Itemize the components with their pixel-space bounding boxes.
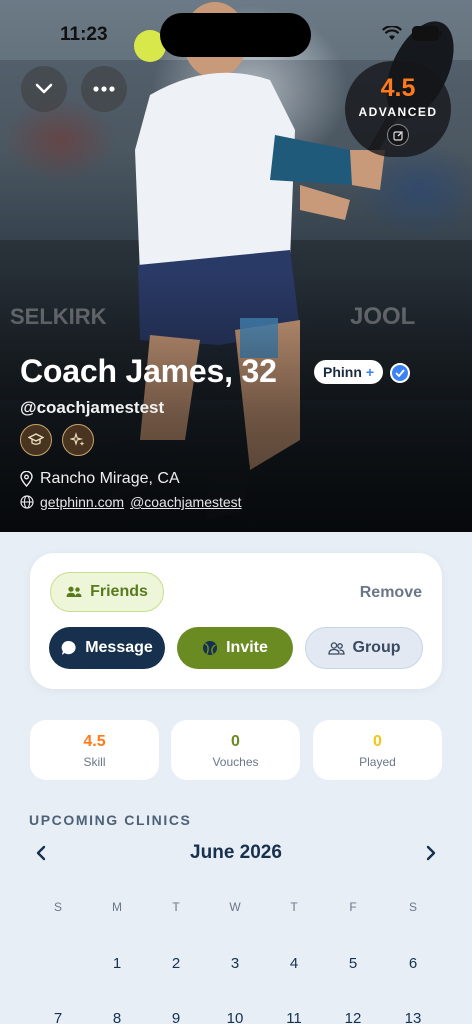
group-button[interactable]: Group bbox=[305, 627, 423, 669]
calendar-day[interactable]: 4 bbox=[274, 955, 314, 972]
weekday-label: M bbox=[112, 900, 122, 914]
friends-icon bbox=[66, 586, 82, 597]
friend-actions-card: Friends Remove Message Invite Group bbox=[30, 553, 442, 689]
stat-played-label: Played bbox=[359, 755, 396, 769]
next-month-button[interactable] bbox=[418, 840, 444, 866]
rating-level: ADVANCED bbox=[358, 105, 438, 119]
calendar-day[interactable]: 1 bbox=[97, 955, 137, 972]
rating-badge[interactable]: 4.5 ADVANCED bbox=[345, 61, 451, 157]
ellipsis-icon bbox=[93, 86, 115, 92]
status-time: 11:23 bbox=[60, 24, 108, 45]
phinn-plus-badge: Phinn + bbox=[314, 360, 384, 384]
edit-rating-button[interactable] bbox=[387, 124, 409, 146]
profile-name: Coach James, 32 bbox=[20, 353, 277, 389]
calendar-month-title: June 2026 bbox=[190, 842, 282, 863]
verified-icon bbox=[390, 363, 410, 383]
calendar-day[interactable]: 13 bbox=[393, 1010, 433, 1024]
invite-button[interactable]: Invite bbox=[177, 627, 293, 669]
message-label: Message bbox=[85, 639, 153, 656]
phinn-plus-symbol: + bbox=[365, 364, 375, 380]
social-handle-link[interactable]: @coachjamestest bbox=[130, 494, 241, 510]
section-title-upcoming-clinics: UPCOMING CLINICS bbox=[29, 812, 192, 828]
stat-played[interactable]: 0 Played bbox=[313, 720, 442, 780]
calendar-day[interactable]: 5 bbox=[333, 955, 373, 972]
calendar-day[interactable]: 3 bbox=[215, 955, 255, 972]
calendar-day[interactable]: 12 bbox=[333, 1010, 373, 1024]
more-options-button[interactable] bbox=[81, 66, 127, 112]
stat-played-value: 0 bbox=[373, 733, 382, 750]
profile-handle: @coachjamestest bbox=[20, 398, 165, 417]
calendar-day[interactable]: 6 bbox=[393, 955, 433, 972]
weekday-label: W bbox=[229, 900, 241, 914]
weekday-label: S bbox=[408, 900, 417, 914]
calendar-header: June 2026 bbox=[0, 840, 472, 866]
battery-icon bbox=[412, 26, 442, 41]
weekday-label: T bbox=[290, 900, 298, 914]
location-row: Rancho Mirage, CA bbox=[20, 470, 180, 488]
calendar-day[interactable]: 11 bbox=[274, 1010, 314, 1024]
calendar-day[interactable]: 10 bbox=[215, 1010, 255, 1024]
stat-skill-label: Skill bbox=[83, 755, 106, 769]
website-link[interactable]: getphinn.com bbox=[40, 494, 124, 510]
wifi-icon bbox=[382, 26, 402, 40]
location-pin-icon bbox=[20, 471, 33, 487]
remove-friend-button[interactable]: Remove bbox=[360, 584, 422, 602]
location-text: Rancho Mirage, CA bbox=[40, 470, 180, 487]
globe-icon bbox=[20, 495, 34, 509]
group-icon bbox=[327, 641, 345, 655]
weekday-label: S bbox=[53, 900, 62, 914]
weekday-label: T bbox=[172, 900, 180, 914]
coach-badge-icon[interactable] bbox=[20, 424, 52, 456]
dynamic-island bbox=[160, 13, 311, 57]
status-icons bbox=[382, 26, 442, 41]
phinn-badge-label: Phinn bbox=[323, 364, 362, 380]
calendar-day[interactable]: 8 bbox=[97, 1010, 137, 1024]
edit-icon bbox=[392, 130, 403, 141]
rating-value: 4.5 bbox=[380, 74, 416, 102]
stat-vouches-value: 0 bbox=[231, 733, 240, 750]
invite-label: Invite bbox=[226, 639, 268, 656]
collapse-button[interactable] bbox=[21, 66, 67, 112]
weekday-label: F bbox=[349, 900, 357, 914]
calendar-day[interactable]: 2 bbox=[156, 955, 196, 972]
calendar-day[interactable]: 9 bbox=[156, 1010, 196, 1024]
message-button[interactable]: Message bbox=[49, 627, 165, 669]
chevron-down-icon bbox=[35, 83, 53, 94]
profile-hero: SELKIRK JOOL 11:23 bbox=[0, 0, 472, 532]
stat-skill-value: 4.5 bbox=[83, 733, 106, 750]
sparkles-badge-icon[interactable] bbox=[62, 424, 94, 456]
links-row: getphinn.com @coachjamestest bbox=[20, 494, 242, 510]
group-label: Group bbox=[352, 639, 401, 656]
chat-bubble-icon bbox=[61, 640, 76, 655]
stat-vouches[interactable]: 0 Vouches bbox=[171, 720, 300, 780]
stat-vouches-label: Vouches bbox=[212, 755, 259, 769]
friends-status-button[interactable]: Friends bbox=[50, 572, 164, 612]
friends-label: Friends bbox=[90, 583, 148, 600]
ball-icon bbox=[203, 641, 218, 655]
chevron-right-icon bbox=[426, 845, 436, 861]
stat-skill[interactable]: 4.5 Skill bbox=[30, 720, 159, 780]
calendar-day[interactable]: 7 bbox=[38, 1010, 78, 1024]
